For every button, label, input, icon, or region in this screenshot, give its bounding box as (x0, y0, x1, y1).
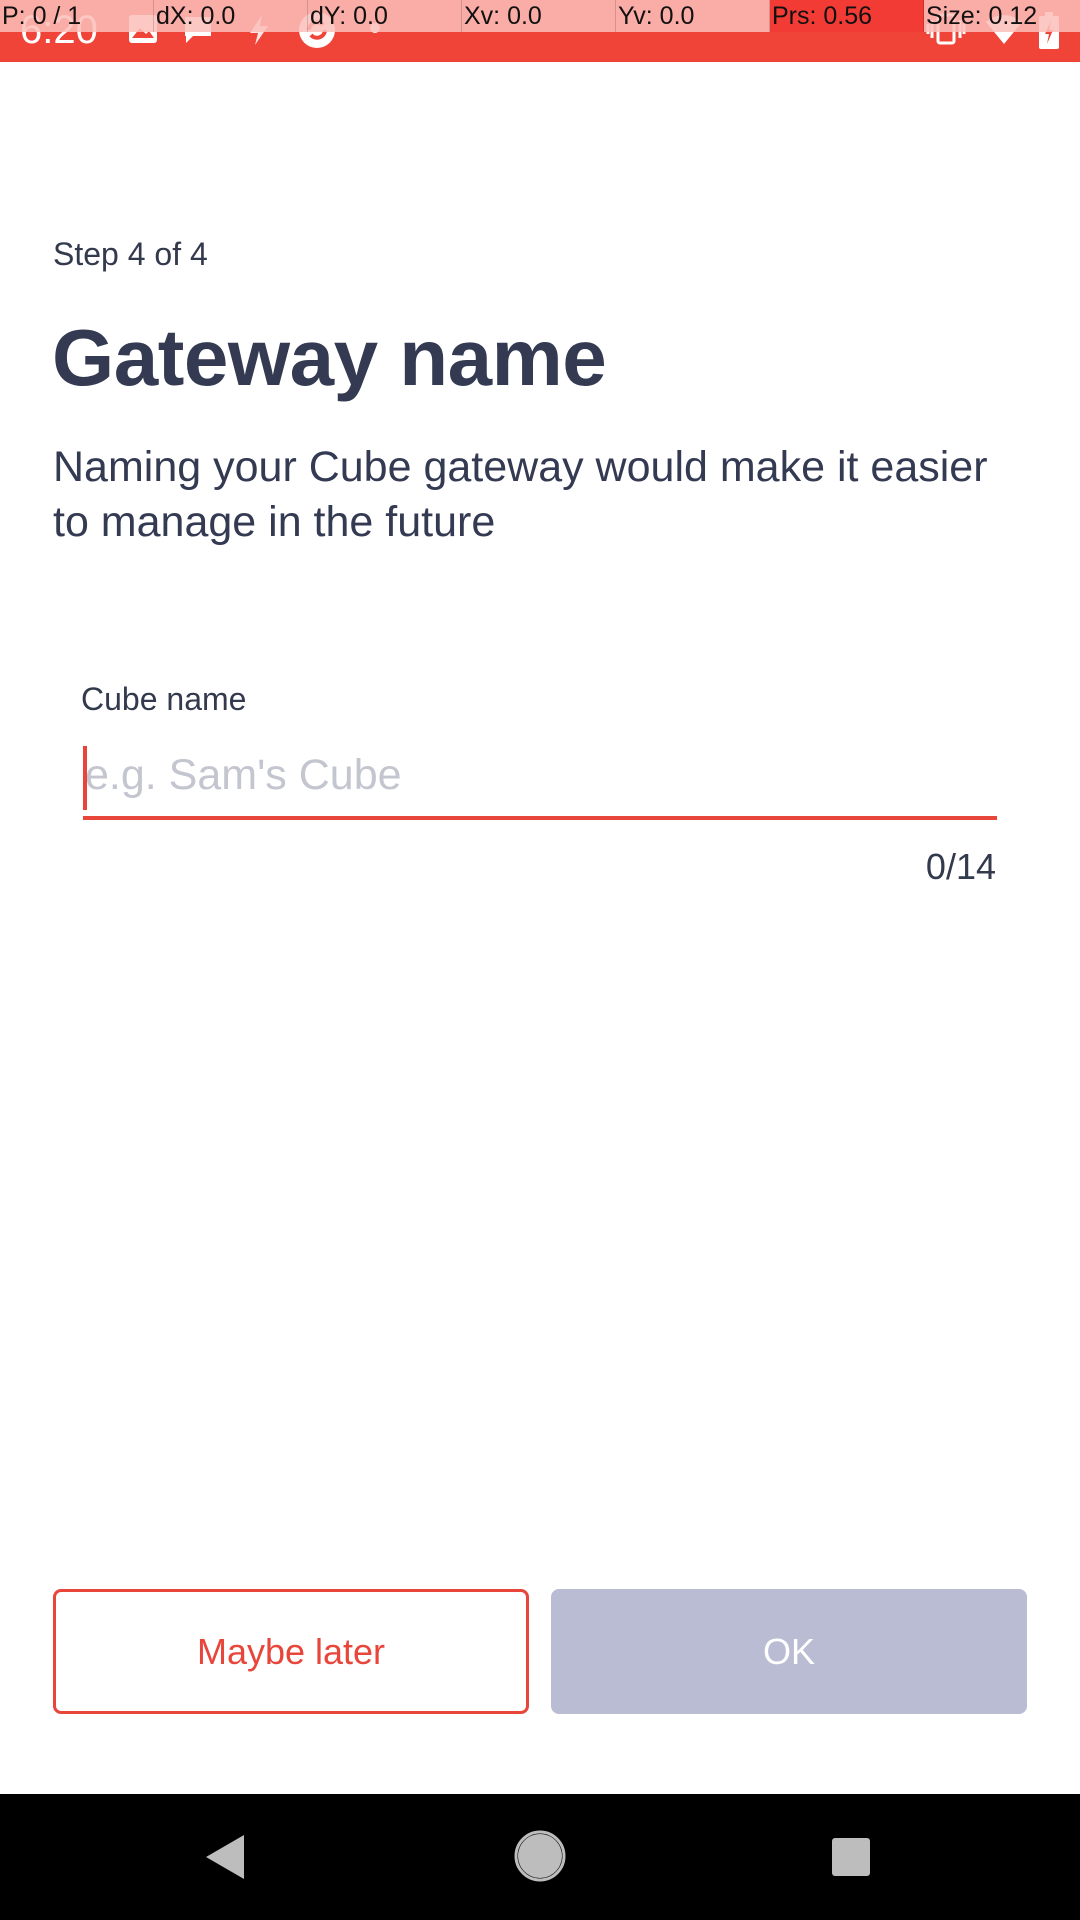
page-title: Gateway name (52, 313, 607, 402)
debug-pointer: P: 0 / 1 (0, 0, 154, 32)
debug-size: Size: 0.12 (926, 2, 1038, 30)
maybe-later-button[interactable]: Maybe later (53, 1589, 529, 1714)
page-subtitle: Naming your Cube gateway would make it e… (53, 443, 988, 546)
debug-dy: dY: 0.0 (308, 0, 462, 32)
screen: 6:20 P: 0 / 1 dX: 0.0 dY: 0.0 Xv: 0. (0, 0, 1080, 1920)
back-icon[interactable] (202, 1832, 248, 1882)
cube-name-input[interactable] (83, 740, 997, 820)
pointer-location-overlay: P: 0 / 1 dX: 0.0 dY: 0.0 Xv: 0.0 Yv: 0.0… (0, 0, 1080, 32)
debug-xv: Xv: 0.0 (462, 0, 616, 32)
text-cursor (83, 746, 87, 810)
home-icon[interactable] (514, 1830, 566, 1882)
step-indicator: Step 4 of 4 (53, 236, 208, 272)
navigation-bar (0, 1794, 1080, 1920)
recents-icon[interactable] (830, 1836, 872, 1878)
debug-yv: Yv: 0.0 (616, 0, 770, 32)
ok-button[interactable]: OK (551, 1589, 1027, 1714)
debug-pressure: Prs: 0.56 (770, 0, 924, 32)
cube-name-label: Cube name (81, 681, 247, 717)
character-counter: 0/14 (925, 846, 996, 887)
debug-dx: dX: 0.0 (154, 0, 308, 32)
